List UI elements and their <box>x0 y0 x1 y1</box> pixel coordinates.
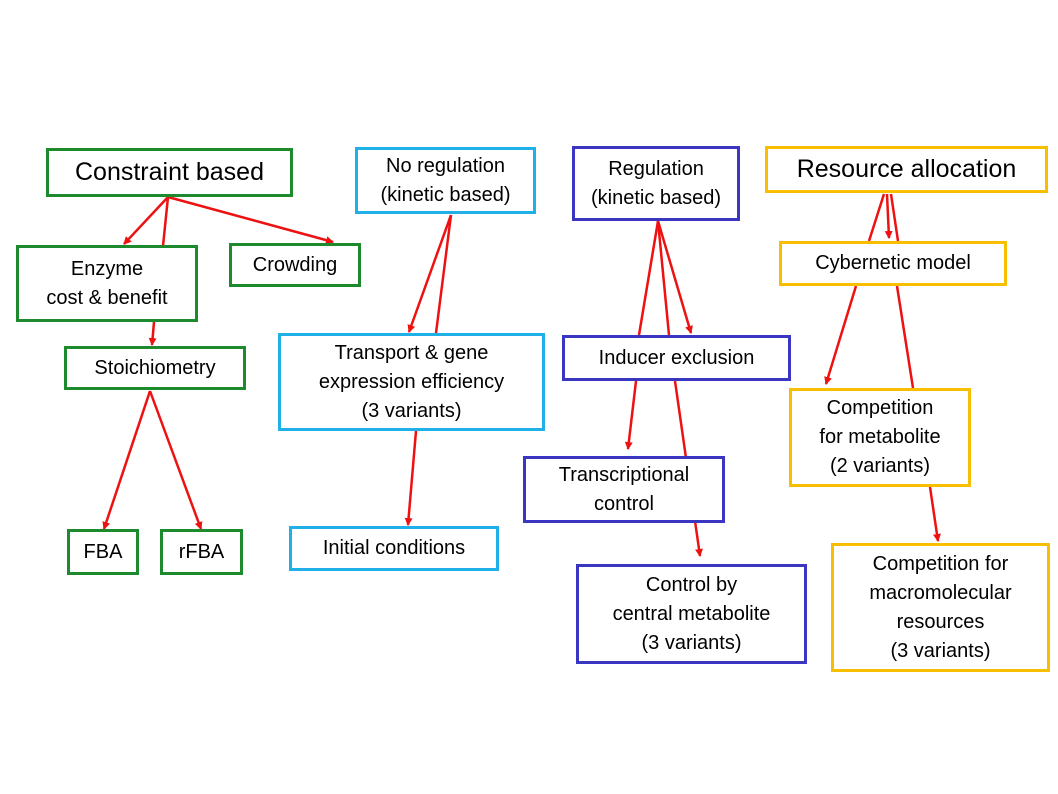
edge-constraint-to-enzyme <box>123 196 169 245</box>
edge-enzyme-to-stoich <box>148 321 157 346</box>
node-regulation: Regulation (kinetic based) <box>572 146 740 221</box>
edge-resource-to-compmacro <box>889 193 900 242</box>
node-rfba: rFBA <box>160 529 243 575</box>
edge-inducer-to-transcr <box>624 380 638 450</box>
node-stoichiometry: Stoichiometry <box>64 346 246 390</box>
node-cybernetic-model: Cybernetic model <box>779 241 1007 286</box>
node-resource-allocation: Resource allocation <box>765 146 1048 193</box>
edge-cyber-to-compmet <box>824 285 858 385</box>
node-initial-conditions: Initial conditions <box>289 526 499 571</box>
edge-compmet-to-compmacro <box>928 486 941 542</box>
node-inducer-exclusion: Inducer exclusion <box>562 335 791 381</box>
node-competition-metabolite: Competition for metabolite (2 variants) <box>789 388 971 487</box>
node-crowding: Crowding <box>229 243 361 287</box>
edge-constraint-to-stoich <box>161 196 170 247</box>
node-central-metabolite-control: Control by central metabolite (3 variant… <box>576 564 807 664</box>
node-no-regulation: No regulation (kinetic based) <box>355 147 536 214</box>
edge-transport-to-initial <box>404 430 418 526</box>
edge-resource-to-cyber <box>867 193 886 242</box>
diagram-canvas: Constraint based Enzyme cost & benefit C… <box>0 0 1058 794</box>
node-fba: FBA <box>67 529 139 575</box>
edge-stoich-to-fba <box>102 390 152 530</box>
node-transport-gene-expression: Transport & gene expression efficiency (… <box>278 333 545 431</box>
node-constraint-based: Constraint based <box>46 148 293 197</box>
edge-stoich-to-rfba <box>148 390 203 530</box>
edge-reg-to-inducer <box>637 220 660 336</box>
edge-constraint-to-crowding <box>167 195 334 245</box>
edge-resource-to-compmet <box>884 193 893 239</box>
node-enzyme-cost-benefit: Enzyme cost & benefit <box>16 245 198 322</box>
node-transcriptional-control: Transcriptional control <box>523 456 725 523</box>
edge-cyber-to-compmacro <box>895 285 915 389</box>
node-competition-macromolecular: Competition for macromolecular resources… <box>831 543 1050 672</box>
